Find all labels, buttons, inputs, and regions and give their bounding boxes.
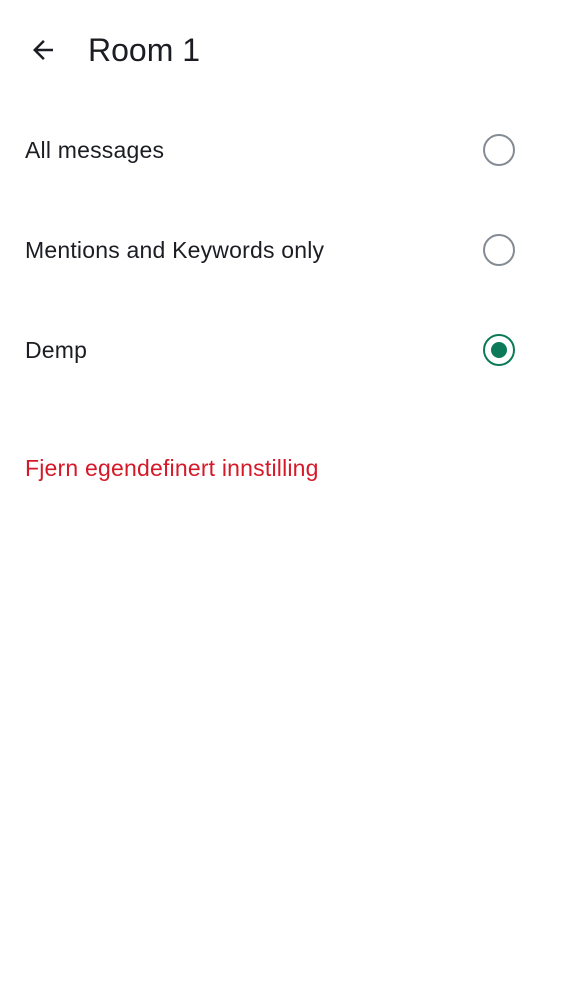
option-all-messages[interactable]: All messages (0, 100, 562, 200)
top-app-bar: Room 1 (0, 0, 562, 100)
option-mentions-keywords[interactable]: Mentions and Keywords only (0, 200, 562, 300)
radio-button[interactable] (483, 334, 515, 366)
option-label: All messages (25, 137, 165, 163)
option-mute[interactable]: Demp (0, 300, 562, 400)
arrow-left-icon (33, 40, 53, 60)
option-label: Demp (25, 337, 88, 363)
remove-custom-setting-button[interactable]: Fjern egendefinert innstilling (25, 452, 319, 484)
option-label: Mentions and Keywords only (25, 237, 325, 263)
radio-button[interactable] (483, 134, 515, 166)
notification-options: All messages Mentions and Keywords only … (0, 100, 562, 400)
page-title: Room 1 (88, 32, 201, 68)
radio-button[interactable] (483, 234, 515, 266)
back-button[interactable] (22, 30, 64, 70)
